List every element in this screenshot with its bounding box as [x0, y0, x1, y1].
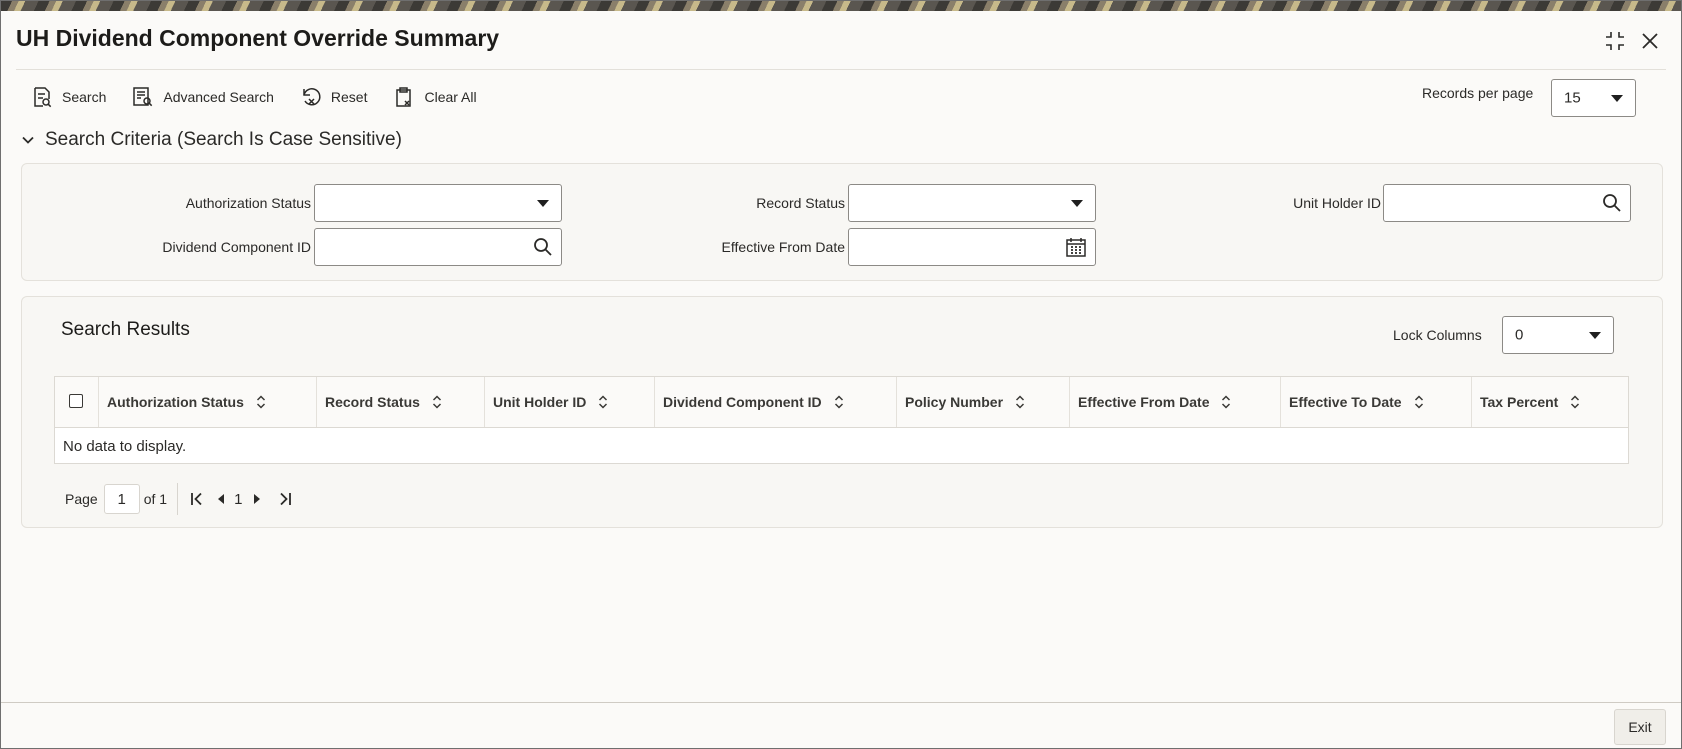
- exit-button[interactable]: Exit: [1614, 709, 1666, 745]
- sort-icon[interactable]: [598, 395, 608, 409]
- maximize-icon[interactable]: [1602, 28, 1628, 54]
- column-effective-to-date[interactable]: Effective To Date: [1280, 377, 1471, 427]
- column-effective-from-date[interactable]: Effective From Date: [1069, 377, 1280, 427]
- column-label: Effective From Date: [1078, 394, 1210, 410]
- unit-holder-id-input[interactable]: [1383, 184, 1631, 222]
- records-per-page-select[interactable]: 15: [1551, 79, 1636, 117]
- exit-label: Exit: [1628, 719, 1652, 735]
- search-icon[interactable]: [1602, 193, 1622, 213]
- column-authorization-status[interactable]: Authorization Status: [98, 377, 316, 427]
- title-divider: [16, 69, 1666, 70]
- current-page-value: 1: [117, 490, 126, 508]
- search-button[interactable]: Search: [31, 86, 106, 108]
- last-page-icon[interactable]: [278, 492, 292, 506]
- search-criteria-panel: Authorization Status Record Status Unit …: [21, 163, 1663, 281]
- chevron-down-icon: [537, 200, 549, 207]
- column-policy-number[interactable]: Policy Number: [896, 377, 1069, 427]
- close-icon[interactable]: [1637, 28, 1663, 54]
- clear-all-button[interactable]: Clear All: [393, 86, 477, 108]
- previous-page-icon[interactable]: [216, 493, 226, 505]
- column-label: Authorization Status: [107, 394, 244, 410]
- effective-from-date-input[interactable]: [848, 228, 1096, 266]
- lock-columns-select[interactable]: 0: [1502, 316, 1614, 354]
- pagination: Page 1 of 1 1: [65, 483, 304, 515]
- advanced-search-icon: [133, 87, 153, 107]
- record-status-select[interactable]: [848, 184, 1096, 222]
- page-title: UH Dividend Component Override Summary: [16, 25, 500, 51]
- page-count-label: of 1: [143, 491, 168, 507]
- column-label: Record Status: [325, 394, 420, 410]
- sort-icon[interactable]: [1414, 395, 1424, 409]
- sort-icon[interactable]: [1221, 395, 1231, 409]
- clear-all-label: Clear All: [424, 89, 477, 105]
- reset-button[interactable]: Reset: [300, 86, 368, 108]
- unit-holder-id-label: Unit Holder ID: [1293, 195, 1381, 211]
- authorization-status-label: Authorization Status: [185, 195, 311, 211]
- column-label: Dividend Component ID: [663, 394, 822, 410]
- reset-icon: [303, 88, 321, 106]
- column-unit-holder-id[interactable]: Unit Holder ID: [484, 377, 654, 427]
- page-label: Page: [65, 491, 98, 507]
- footer-bar: Exit: [1, 702, 1681, 748]
- column-label: Effective To Date: [1289, 394, 1402, 410]
- chevron-down-icon: [1589, 332, 1601, 339]
- records-per-page-value: 15: [1564, 89, 1581, 107]
- select-all-checkbox[interactable]: [69, 394, 83, 408]
- chevron-down-icon: [1071, 200, 1083, 207]
- first-page-icon[interactable]: [190, 492, 204, 506]
- empty-message: No data to display.: [63, 438, 187, 455]
- column-dividend-component-id[interactable]: Dividend Component ID: [654, 377, 896, 427]
- record-status-label: Record Status: [756, 195, 845, 211]
- sort-icon[interactable]: [432, 395, 442, 409]
- search-doc-icon: [34, 87, 52, 108]
- sort-icon[interactable]: [256, 395, 266, 409]
- column-tax-percent[interactable]: Tax Percent: [1471, 377, 1628, 427]
- chevron-down-icon: [1611, 95, 1623, 102]
- effective-from-date-label: Effective From Date: [721, 239, 845, 255]
- advanced-search-button[interactable]: Advanced Search: [132, 86, 274, 108]
- pager-divider: [177, 483, 179, 515]
- sort-icon[interactable]: [1570, 395, 1580, 409]
- reset-label: Reset: [330, 89, 368, 105]
- page-number-input[interactable]: 1: [103, 484, 140, 514]
- summary-window: UH Dividend Component Override Summary S…: [0, 0, 1682, 749]
- search-criteria-toggle[interactable]: Search Criteria (Search Is Case Sensitiv…: [21, 129, 402, 151]
- sort-icon[interactable]: [1015, 395, 1025, 409]
- results-table: Authorization Status Record Status Unit …: [54, 376, 1629, 464]
- advanced-search-label: Advanced Search: [163, 89, 274, 105]
- search-results-title: Search Results: [61, 319, 190, 340]
- header-banner: [1, 1, 1681, 11]
- column-label: Policy Number: [905, 394, 1004, 410]
- toolbar: Search Advanced Search Reset Clear All: [31, 84, 503, 110]
- records-per-page-label: Records per page: [1422, 85, 1534, 101]
- lock-columns-label: Lock Columns: [1393, 327, 1482, 343]
- column-label: Tax Percent: [1480, 394, 1559, 410]
- chevron-down-icon: [22, 136, 34, 144]
- dividend-component-id-label: Dividend Component ID: [162, 239, 311, 255]
- next-page-icon[interactable]: [252, 493, 262, 505]
- authorization-status-select[interactable]: [314, 184, 562, 222]
- calendar-icon[interactable]: [1065, 236, 1087, 258]
- search-icon[interactable]: [533, 237, 553, 257]
- dividend-component-id-input[interactable]: [314, 228, 562, 266]
- page-number[interactable]: 1: [234, 491, 242, 508]
- table-header: Authorization Status Record Status Unit …: [55, 377, 1628, 428]
- search-criteria-heading: Search Criteria (Search Is Case Sensitiv…: [45, 129, 402, 150]
- column-label: Unit Holder ID: [493, 394, 587, 410]
- sort-icon[interactable]: [834, 395, 844, 409]
- column-record-status[interactable]: Record Status: [316, 377, 484, 427]
- clipboard-icon: [396, 87, 412, 107]
- search-button-label: Search: [62, 89, 107, 105]
- lock-columns-value: 0: [1515, 326, 1524, 344]
